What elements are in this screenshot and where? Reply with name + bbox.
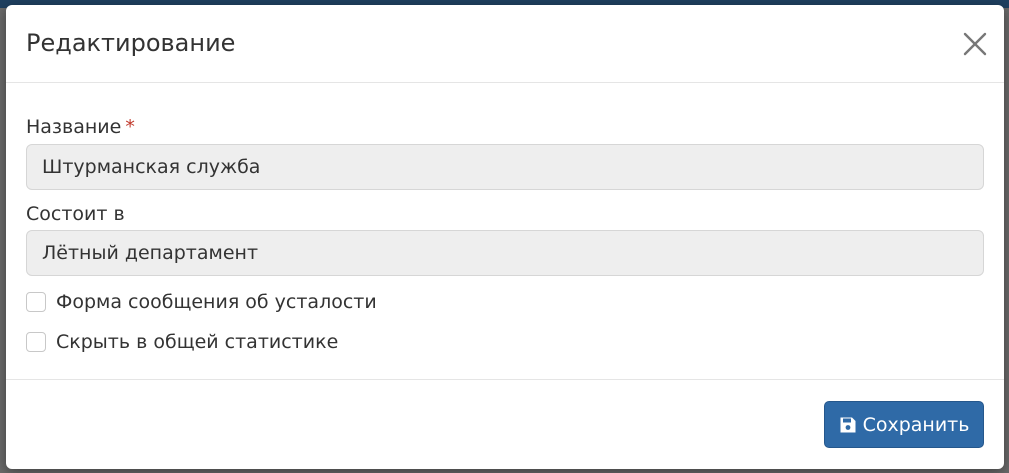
parent-input[interactable]: [26, 230, 984, 276]
modal-body: Название* Состоит в Форма сообщения об у…: [6, 83, 1004, 380]
parent-label: Состоит в: [26, 203, 125, 225]
save-button[interactable]: Сохранить: [824, 401, 984, 448]
name-label: Название *: [26, 116, 135, 138]
hide-stats-checkbox[interactable]: [26, 332, 46, 352]
modal-footer: Сохранить: [6, 380, 1004, 468]
close-button[interactable]: [962, 31, 988, 57]
hide-stats-label: Скрыть в общей статистике: [56, 331, 339, 353]
floppy-disk-icon: [839, 416, 857, 434]
required-mark: *: [125, 116, 135, 138]
edit-modal: Редактирование Название* Состоит в Форма…: [6, 5, 1004, 469]
close-icon: [963, 32, 987, 56]
modal-title: Редактирование: [26, 29, 236, 57]
fatigue-form-label: Форма сообщения об усталости: [56, 291, 377, 313]
fatigue-form-checkbox[interactable]: [26, 292, 46, 312]
name-label-text: Название: [26, 116, 122, 138]
fatigue-form-row[interactable]: Форма сообщения об усталости: [26, 291, 377, 313]
name-input[interactable]: [26, 144, 984, 190]
hide-stats-row[interactable]: Скрыть в общей статистике: [26, 331, 338, 353]
save-button-label: Сохранить: [862, 413, 970, 436]
modal-header: Редактирование: [6, 5, 1004, 83]
